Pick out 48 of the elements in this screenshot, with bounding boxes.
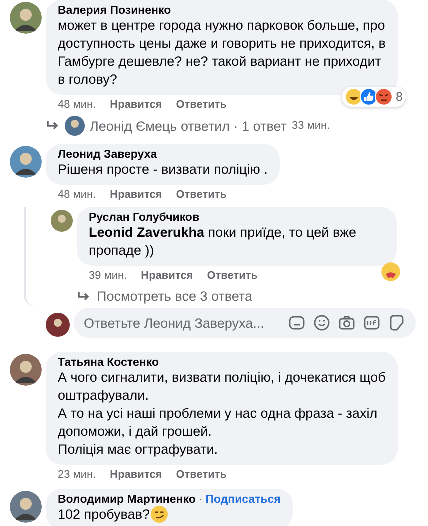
author-name[interactable]: Татьяна Костенко [58,357,159,369]
like-link[interactable]: Нравится [110,468,162,483]
replies-link[interactable]: Леонід Ємець ответил · 1 ответ [90,118,287,134]
reply-link[interactable]: Ответить [207,269,258,284]
avatar[interactable] [10,146,42,178]
reply-link[interactable]: Ответить [176,98,228,113]
follow-link[interactable]: Подписаться [206,494,281,506]
avatar[interactable] [10,354,42,386]
timestamp: 23 мин. [58,468,96,483]
timestamp: 39 мин. [89,269,128,284]
reaction-count: 8 [396,90,403,104]
author-name[interactable]: Леонид Заверуха [58,149,158,161]
sticker-icon[interactable] [388,314,406,332]
reply-input[interactable]: Ответьте Леонид Заверуха... [84,316,281,330]
like-link[interactable]: Нравится [141,269,194,284]
smirking-face-icon [151,506,168,523]
author-name[interactable]: Валерия Позиненко [58,5,172,17]
avatar[interactable] [10,2,42,34]
view-replies-link[interactable]: Посмотреть все 3 ответа [97,289,252,304]
avatar[interactable] [10,491,42,523]
gif-icon[interactable] [363,314,381,332]
like-reaction-icon [360,88,378,106]
reply-link[interactable]: Ответить [176,468,228,483]
angry-reaction-icon [375,88,394,106]
timestamp: 33 мин. [292,120,330,132]
comment-text: может в центре города нужно парковок больше, про доступность цены даже и говорить не приходится, в Гамбурге дешевле? не? такой вариант не приходит в голову? [58,17,386,89]
reply-link[interactable]: Ответить [176,188,228,203]
timestamp: 48 мин. [58,98,96,113]
like-link[interactable]: Нравится [110,98,162,113]
author-name[interactable]: Руслан Голубчиков [89,212,200,224]
camera-icon[interactable] [338,314,356,332]
reactions-badge[interactable]: 8 [342,87,406,107]
author-name[interactable]: Володимир Мартиненко [58,494,196,506]
separator-dot: · [198,494,203,506]
comment-text: А чого сигналити, визвати поліцію, і дочекатися щоб оштрафували. А то на усі наші проблеми у нас одна фраза - захіл допоможи, і дай грошей. Поліція має огтрафувати. [58,369,386,459]
timestamp: 48 мин. [58,188,96,203]
avatar[interactable] [46,312,70,336]
sticker-icon[interactable] [288,314,306,332]
like-link[interactable]: Нравится [110,188,162,203]
reply-arrow-icon [77,290,91,302]
comment-text: Рішеня просте - визвати поліцію . [58,161,268,179]
haha-reaction-icon [345,88,364,106]
reply-arrow-icon [46,120,60,132]
reply-field[interactable]: Ответьте Леонид Заверуха... [74,308,416,338]
avatar [65,116,85,136]
emoji-icon[interactable] [313,314,331,332]
comment-text: 102 пробував? [58,506,150,524]
comment-text: Leonid Zaverukha поки приїде, то цей вже пропаде )) [89,224,358,260]
